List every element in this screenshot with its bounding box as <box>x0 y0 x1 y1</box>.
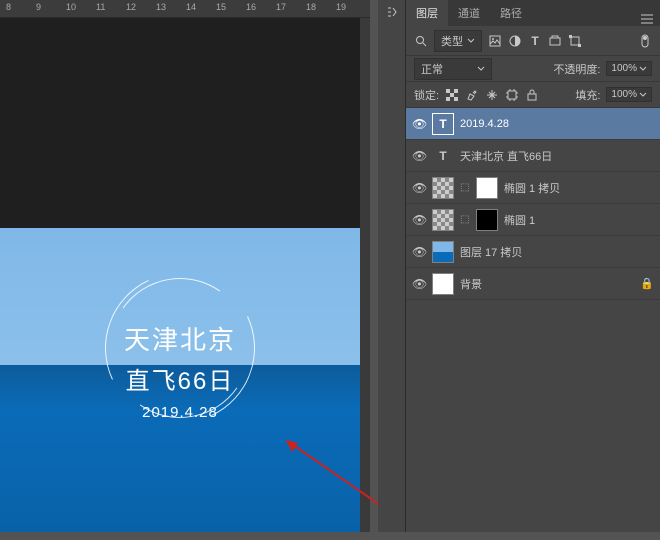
filter-type-dropdown[interactable]: 类型 <box>434 30 482 52</box>
filter-shape-icon[interactable] <box>548 34 562 48</box>
visibility-icon[interactable]: 👁 <box>412 277 426 291</box>
ruler-tick: 9 <box>36 2 41 12</box>
image-layer-thumb <box>432 241 454 263</box>
layer-row[interactable]: 👁 T 2019.4.28 <box>406 108 660 140</box>
blend-mode-dropdown[interactable]: 正常 <box>414 58 492 80</box>
expand-panel-icon[interactable] <box>378 0 406 24</box>
layer-name: 图层 17 拷贝 <box>460 244 522 260</box>
ruler-tick: 14 <box>186 2 196 12</box>
filter-adjustment-icon[interactable] <box>508 34 522 48</box>
text-line-1: 天津北京 <box>0 320 360 357</box>
fill-label: 填充: <box>575 87 600 103</box>
text-line-2: 直飞66日 <box>0 361 360 396</box>
lock-icon: 🔒 <box>640 277 654 290</box>
panel-tabs: 图层 通道 路径 <box>406 0 660 26</box>
ruler-tick: 13 <box>156 2 166 12</box>
scrollbar-vertical[interactable] <box>360 18 370 532</box>
canvas-background-dark <box>0 18 360 228</box>
ruler-tick: 12 <box>126 2 136 12</box>
tab-layers[interactable]: 图层 <box>406 0 448 26</box>
bg-layer-thumb <box>432 273 454 295</box>
ruler-tick: 16 <box>246 2 256 12</box>
ruler-tick: 8 <box>6 2 11 12</box>
opacity-input[interactable]: 100% <box>606 61 652 76</box>
layer-filter-row: 类型 T <box>406 26 660 56</box>
layer-row[interactable]: 👁 T 天津北京 直飞66日 <box>406 140 660 172</box>
ruler-tick: 10 <box>66 2 76 12</box>
filter-type-label: 类型 <box>441 33 463 49</box>
search-icon[interactable] <box>414 34 428 48</box>
mask-link-icon[interactable]: ⬚ <box>460 214 470 225</box>
layer-row[interactable]: 👁 背景 🔒 <box>406 268 660 300</box>
visibility-icon[interactable]: 👁 <box>412 213 426 227</box>
chevron-down-icon <box>639 92 647 98</box>
lock-label: 锁定: <box>414 87 439 103</box>
ruler-tick: 18 <box>306 2 316 12</box>
shape-layer-thumb <box>432 177 454 199</box>
ruler-tick: 19 <box>336 2 346 12</box>
ruler-tick: 15 <box>216 2 226 12</box>
filter-text-icon[interactable]: T <box>528 34 542 48</box>
filter-smart-icon[interactable] <box>568 34 582 48</box>
layer-name: 椭圆 1 拷贝 <box>504 180 560 196</box>
opacity-label: 不透明度: <box>553 61 600 77</box>
blend-mode-value: 正常 <box>421 61 443 77</box>
canvas-area: 8 9 10 11 12 13 14 15 16 17 18 19 天津北京 直… <box>0 0 370 532</box>
lock-artboard-icon[interactable] <box>505 88 519 102</box>
layer-name: 天津北京 直飞66日 <box>460 148 552 164</box>
lock-pixels-icon[interactable] <box>445 88 459 102</box>
lock-all-icon[interactable] <box>525 88 539 102</box>
chevron-down-icon <box>477 66 485 72</box>
ruler-horizontal: 8 9 10 11 12 13 14 15 16 17 18 19 <box>0 0 370 18</box>
layer-name: 椭圆 1 <box>504 212 535 228</box>
lock-row: 锁定: 填充: 100% <box>406 82 660 108</box>
layer-row[interactable]: 👁 ⬚ 椭圆 1 拷贝 <box>406 172 660 204</box>
text-layer-thumb: T <box>432 113 454 135</box>
lock-position-icon[interactable] <box>485 88 499 102</box>
visibility-icon[interactable]: 👁 <box>412 149 426 163</box>
filter-toggle-icon[interactable] <box>638 34 652 48</box>
layer-name: 2019.4.28 <box>460 118 509 130</box>
layer-list: 👁 T 2019.4.28 👁 T 天津北京 直飞66日 👁 ⬚ 椭圆 1 拷贝… <box>406 108 660 300</box>
layers-panel: 图层 通道 路径 类型 T <box>378 0 660 532</box>
chevron-down-icon <box>639 66 647 72</box>
visibility-icon[interactable]: 👁 <box>412 245 426 259</box>
mask-link-icon[interactable]: ⬚ <box>460 182 470 193</box>
panel-menu-icon[interactable] <box>640 12 654 26</box>
layer-row[interactable]: 👁 ⬚ 椭圆 1 <box>406 204 660 236</box>
text-line-3: 2019.4.28 <box>0 404 360 421</box>
shape-layer-thumb <box>432 209 454 231</box>
layer-mask-thumb[interactable] <box>476 209 498 231</box>
fill-input[interactable]: 100% <box>606 87 652 102</box>
opacity-value: 100% <box>611 63 637 74</box>
visibility-icon[interactable]: 👁 <box>412 181 426 195</box>
chevron-down-icon <box>467 38 475 44</box>
layer-mask-thumb[interactable] <box>476 177 498 199</box>
canvas-text-group: 天津北京 直飞66日 2019.4.28 <box>0 320 360 421</box>
visibility-icon[interactable]: 👁 <box>412 117 426 131</box>
blend-mode-row: 正常 不透明度: 100% <box>406 56 660 82</box>
ruler-tick: 11 <box>96 2 105 12</box>
text-layer-thumb: T <box>432 145 454 167</box>
fill-value: 100% <box>611 89 637 100</box>
tab-channels[interactable]: 通道 <box>448 0 490 26</box>
tab-paths[interactable]: 路径 <box>490 0 532 26</box>
layer-name: 背景 <box>460 276 482 292</box>
ruler-tick: 17 <box>276 2 286 12</box>
lock-brush-icon[interactable] <box>465 88 479 102</box>
panel-icon-column <box>378 0 406 532</box>
canvas-image[interactable]: 天津北京 直飞66日 2019.4.28 <box>0 228 360 532</box>
filter-image-icon[interactable] <box>488 34 502 48</box>
layer-row[interactable]: 👁 图层 17 拷贝 <box>406 236 660 268</box>
